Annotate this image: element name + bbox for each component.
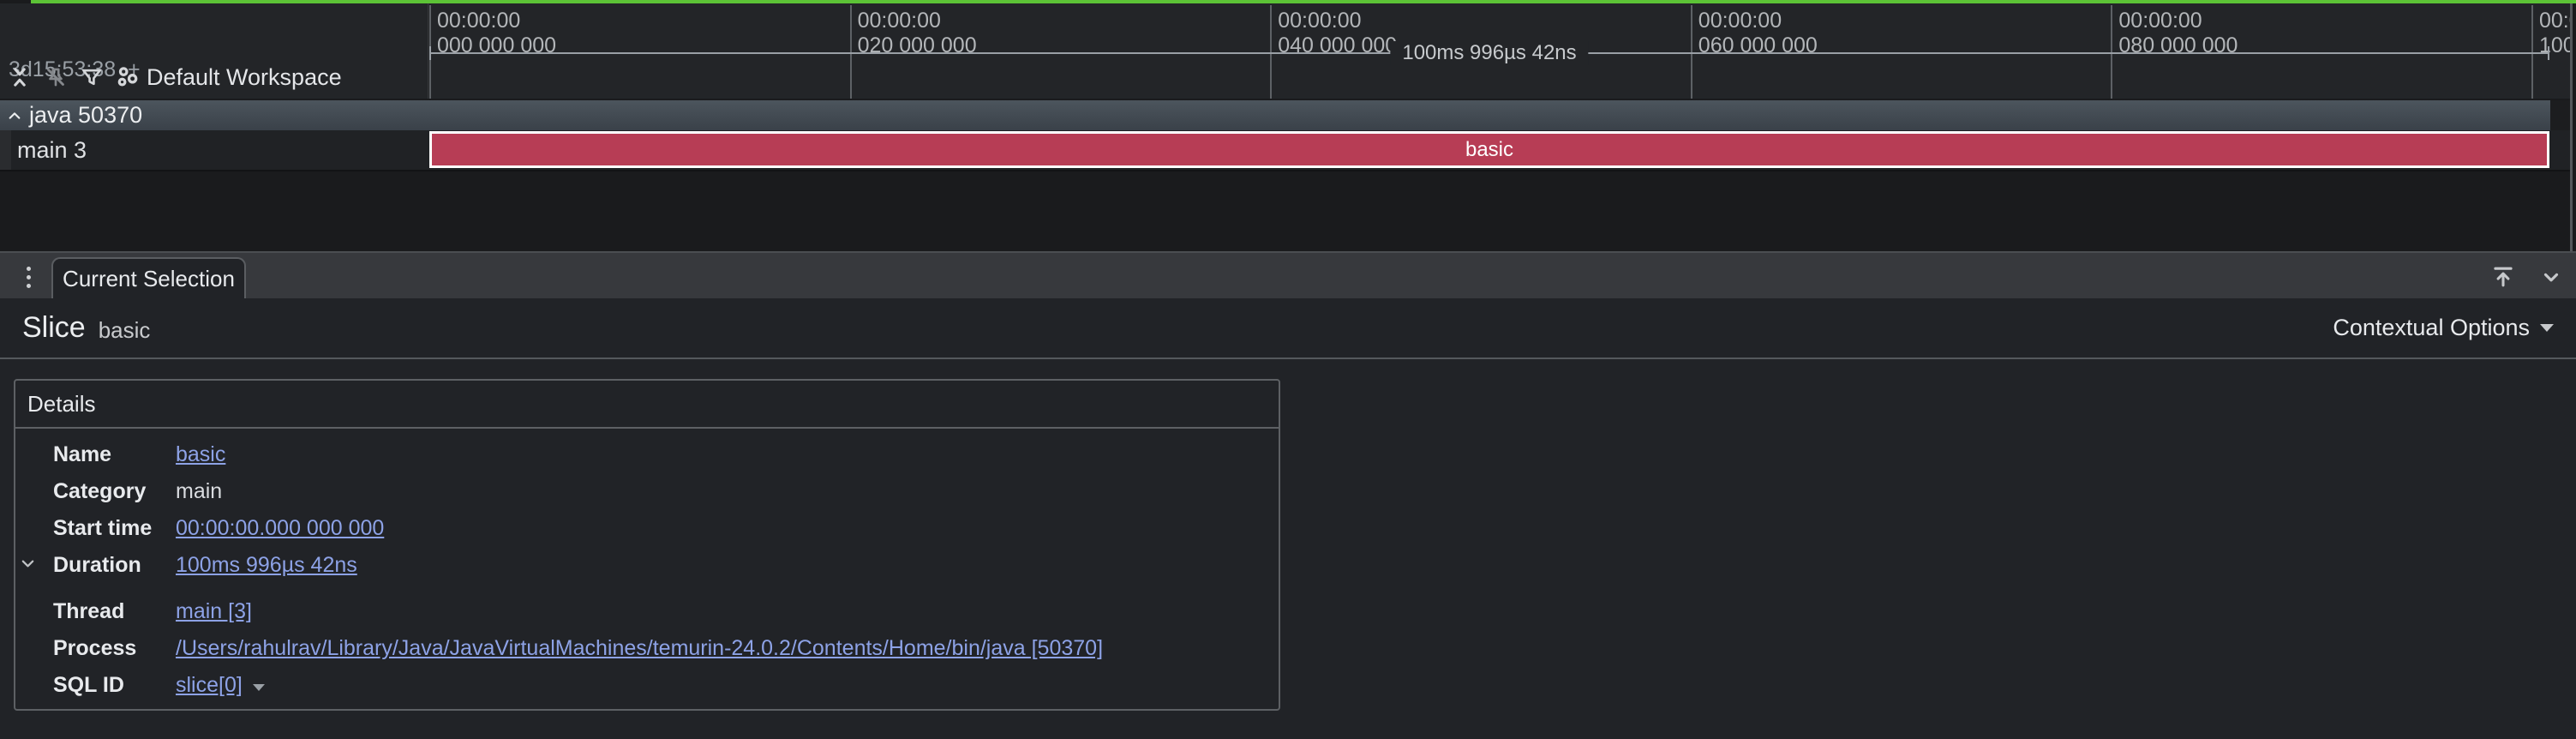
detail-label: Name: [53, 442, 176, 467]
perfetto-trace-viewer: 3d15:53:38 + 026 815 583: [0, 0, 2576, 739]
detail-row-process: Process /Users/rahulrav/Library/Java/Jav…: [15, 630, 1279, 667]
time-ruler[interactable]: 00:00:00 000 000 000 00:00:00 020 000 00…: [428, 3, 2570, 99]
tab-label: Current Selection: [63, 266, 235, 292]
chevron-down-icon: [2540, 266, 2562, 288]
thread-track-shell[interactable]: main 3: [11, 130, 428, 170]
thread-track-row: main 3 basic: [0, 130, 2570, 171]
process-group-label: java 50370: [29, 102, 142, 129]
panel-menu-button[interactable]: [17, 264, 39, 290]
filter-tracks-button[interactable]: [81, 66, 103, 88]
tick-time-coarse: 00:00:00: [437, 9, 556, 33]
selected-slice[interactable]: basic: [429, 131, 2549, 168]
detail-row-thread: Thread main [3]: [15, 593, 1279, 630]
tab-current-selection[interactable]: Current Selection: [51, 257, 246, 298]
duration-link[interactable]: 100ms 996µs 42ns: [176, 553, 357, 578]
detail-row-name: Name basic: [15, 436, 1279, 473]
duration-marker-label: 100ms 996µs 42ns: [1390, 41, 1588, 65]
dot: [27, 275, 31, 279]
unfold-less-icon: [9, 66, 30, 88]
details-card: Details Name basic Category main Start t…: [14, 379, 1280, 711]
contextual-options-label: Contextual Options: [2333, 315, 2530, 341]
current-selection-panel: Slice basic Contextual Options Details N…: [0, 298, 2576, 739]
expand-panel-button[interactable]: [2492, 266, 2514, 288]
details-rows: Name basic Category main Start time 00:0…: [15, 429, 1279, 704]
workspaces-icon: [117, 66, 139, 88]
name-link[interactable]: basic: [176, 442, 225, 467]
tick-time-coarse: 00:00:00: [1698, 9, 1818, 33]
dropdown-caret-icon[interactable]: [253, 684, 265, 691]
timeline-header: 3d15:53:38 + 026 815 583: [0, 3, 2570, 99]
selection-header: Slice basic Contextual Options: [0, 298, 2576, 359]
tick-time-coarse: 00:00:00: [858, 9, 977, 33]
detail-label: Category: [53, 479, 176, 504]
contextual-options-button[interactable]: Contextual Options: [2333, 315, 2554, 341]
sql-id-link[interactable]: slice[0]: [176, 673, 243, 698]
collapse-all-button[interactable]: [9, 66, 31, 88]
slice-label: basic: [1465, 138, 1513, 162]
dropdown-caret-icon: [2540, 324, 2554, 332]
tick-time-coarse: 00:00:00: [2118, 9, 2238, 33]
detail-label: Process: [53, 636, 176, 661]
collapse-panel-button[interactable]: [2540, 266, 2562, 288]
thread-track-canvas[interactable]: basic: [428, 130, 2570, 170]
chevron-up-icon: [8, 111, 21, 121]
chevron-down-icon: [21, 558, 35, 569]
group-indent-strip: [0, 130, 11, 170]
pin-off-icon: [45, 66, 67, 88]
dot: [27, 284, 31, 288]
dot: [27, 267, 31, 271]
details-card-title: Details: [15, 381, 1279, 429]
tick-time-coarse: 00:00:00: [2539, 9, 2570, 33]
detail-label: Duration: [53, 553, 176, 578]
timeline-header-shell: 3d15:53:38 + 026 815 583: [0, 3, 428, 99]
unpin-tracks-button[interactable]: [45, 66, 67, 88]
workspace-selector[interactable]: Default Workspace: [117, 64, 342, 91]
process-group-header[interactable]: java 50370: [0, 100, 2550, 130]
tick-time-coarse: 00:00:00: [1278, 9, 1397, 33]
detail-row-sql-id: SQL ID slice[0]: [15, 667, 1279, 704]
detail-row-category: Category main: [15, 473, 1279, 510]
start-time-link[interactable]: 00:00:00.000 000 000: [176, 516, 384, 541]
detail-label: Start time: [53, 516, 176, 541]
process-group-row: java 50370: [0, 100, 2570, 130]
detail-label: SQL ID: [53, 673, 176, 698]
timeline-right-edge: [2570, 3, 2573, 251]
selection-kind: Slice: [22, 311, 86, 345]
workspace-name: Default Workspace: [147, 64, 342, 91]
vertical-align-top-icon: [2491, 265, 2515, 289]
selection-duration-marker: 100ms 996µs 42ns: [429, 41, 2549, 65]
detail-row-start-time: Start time 00:00:00.000 000 000: [15, 510, 1279, 547]
detail-row-duration: Duration 100ms 996µs 42ns: [15, 547, 1279, 584]
panel-controls: [2492, 253, 2562, 300]
expand-row-button[interactable]: [21, 558, 35, 569]
filter-icon: [81, 67, 102, 87]
selection-title: basic: [99, 317, 151, 344]
bottom-panel-tabbar: Current Selection: [0, 251, 2576, 298]
process-link[interactable]: /Users/rahulrav/Library/Java/JavaVirtual…: [176, 636, 1103, 661]
category-value: main: [176, 479, 222, 504]
thread-link[interactable]: main [3]: [176, 599, 252, 624]
track-toolbar: Default Workspace: [9, 60, 342, 94]
thread-track-label: main 3: [17, 137, 87, 164]
detail-label: Thread: [53, 599, 176, 624]
